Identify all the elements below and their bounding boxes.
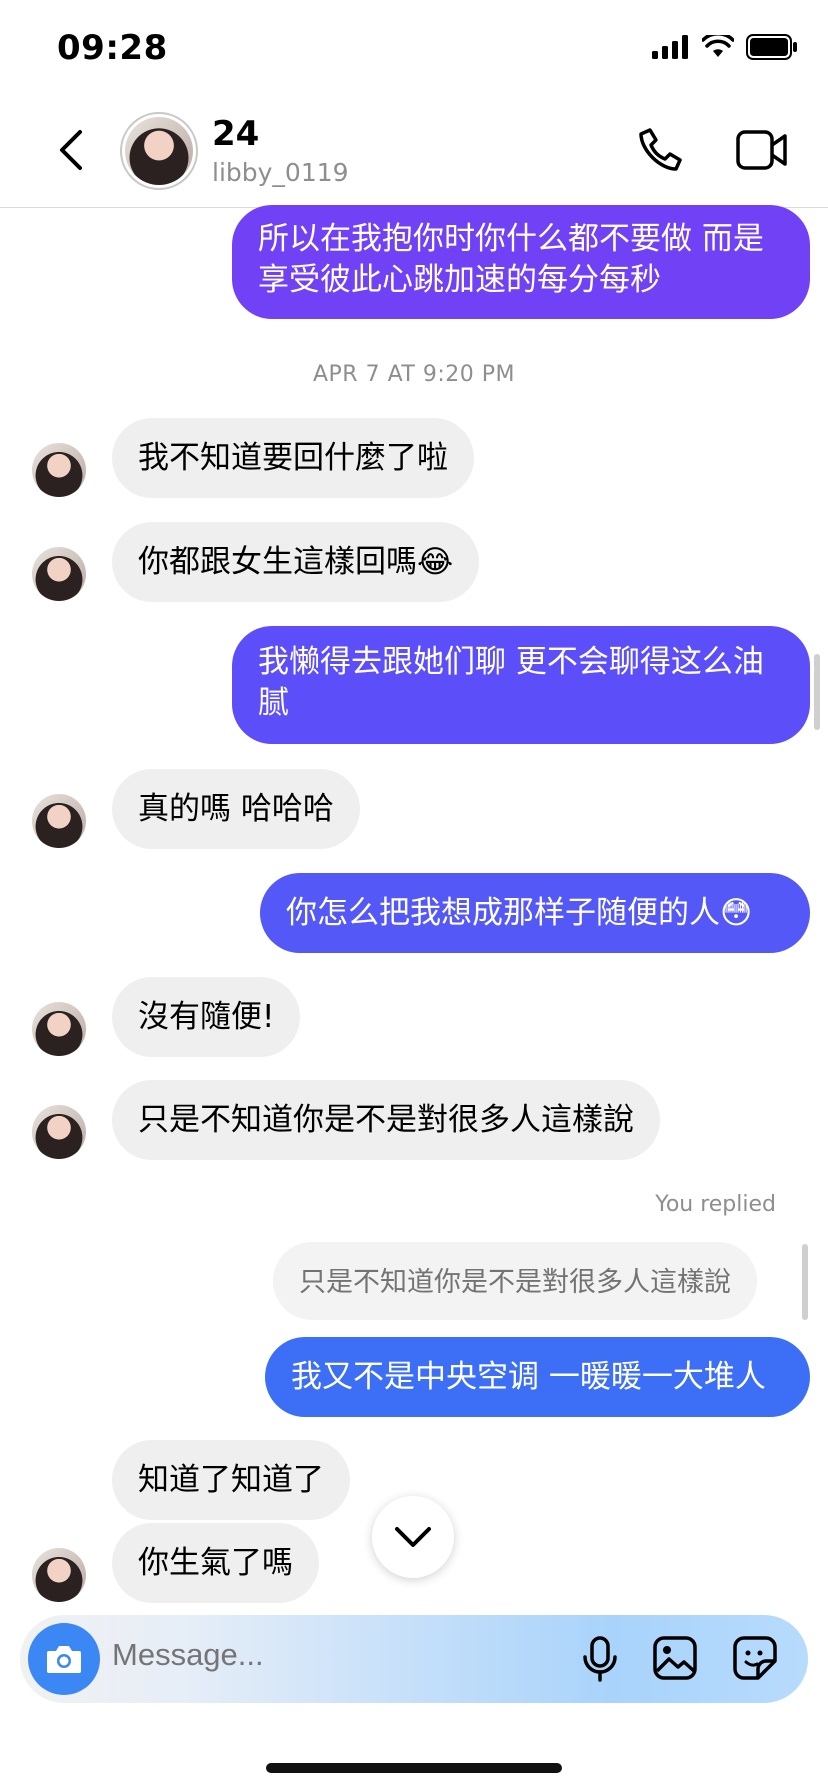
timestamp: APR 7 AT 9:20 PM: [312, 362, 515, 387]
reply-label: You replied: [655, 1192, 776, 1217]
message-bubble-incoming[interactable]: 只是不知道你是不是對很多人這樣說: [112, 1080, 660, 1160]
chat-header: 24 libby_0119: [0, 92, 828, 208]
avatar[interactable]: [32, 1105, 86, 1159]
message-text: 享受彼此心跳加速的每分每秒: [258, 262, 661, 298]
avatar[interactable]: [32, 443, 86, 497]
reply-quote-bubble[interactable]: 只是不知道你是不是對很多人這樣說: [273, 1242, 757, 1320]
avatar[interactable]: [32, 1548, 86, 1602]
avatar[interactable]: [32, 794, 86, 848]
message-text: 我懒得去跟她们聊 更不会聊得这么油: [258, 644, 764, 680]
message-text: 所以在我抱你时你什么都不要做 而是: [258, 221, 764, 257]
gallery-icon[interactable]: [652, 1635, 698, 1681]
microphone-icon[interactable]: [580, 1635, 620, 1683]
sticker-icon[interactable]: [732, 1635, 778, 1681]
message-bubble-outgoing[interactable]: 我懒得去跟她们聊 更不会聊得这么油 腻: [232, 626, 810, 744]
video-camera-icon[interactable]: [736, 128, 788, 172]
wifi-icon: [702, 35, 734, 57]
camera-icon: [47, 1646, 81, 1673]
message-bubble-outgoing[interactable]: 你怎么把我想成那样子随便的人😳: [260, 873, 810, 953]
reply-quote-bar: [802, 1244, 808, 1320]
message-bubble-outgoing[interactable]: 我又不是中央空调 一暖暖一大堆人: [265, 1337, 810, 1417]
message-bubble-incoming[interactable]: 知道了知道了: [112, 1440, 350, 1520]
camera-button[interactable]: [28, 1623, 100, 1695]
scroll-to-bottom-button[interactable]: [372, 1496, 454, 1578]
message-bubble-incoming[interactable]: 沒有隨便!: [112, 977, 301, 1057]
status-icons: [652, 34, 798, 60]
message-composer: [20, 1615, 808, 1703]
battery-icon: [746, 34, 797, 60]
message-bubble-incoming[interactable]: 我不知道要回什麼了啦: [112, 418, 474, 498]
status-time: 09:28: [57, 28, 168, 68]
contact-name[interactable]: 24: [212, 114, 259, 154]
avatar[interactable]: [32, 547, 86, 601]
chevron-down-icon: [395, 1527, 431, 1547]
message-bubble-incoming[interactable]: 你生氣了嗎: [112, 1523, 319, 1603]
message-text: 腻: [258, 685, 289, 721]
contact-avatar[interactable]: [120, 112, 198, 190]
message-bubble-outgoing[interactable]: 所以在我抱你时你什么都不要做 而是 享受彼此心跳加速的每分每秒: [232, 205, 810, 319]
message-bubble-incoming[interactable]: 你都跟女生這樣回嗎😂: [112, 522, 480, 602]
home-indicator: [266, 1763, 562, 1773]
contact-username[interactable]: libby_0119: [212, 158, 349, 187]
back-chevron-icon[interactable]: [52, 126, 92, 174]
scrollbar[interactable]: [814, 654, 820, 730]
avatar[interactable]: [32, 1002, 86, 1056]
message-input[interactable]: [112, 1637, 492, 1673]
phone-icon[interactable]: [636, 126, 684, 174]
message-bubble-incoming[interactable]: 真的嗎 哈哈哈: [112, 769, 360, 849]
signal-icon: [652, 35, 688, 59]
